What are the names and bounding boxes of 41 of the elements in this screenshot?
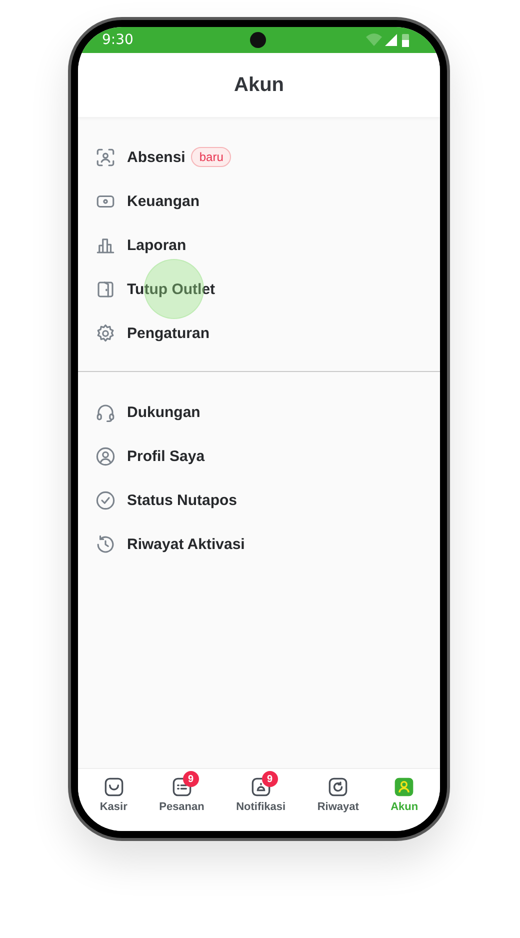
history-icon [95, 534, 116, 554]
menu-label: Pengaturan [127, 324, 210, 342]
camera-icon [250, 32, 266, 48]
door-icon [95, 278, 116, 300]
count-badge: 9 [182, 771, 199, 787]
nav-tab[interactable]: Kasir [98, 769, 130, 825]
menu-item[interactable]: Status Nutapos [78, 478, 440, 522]
user-icon [95, 446, 116, 466]
nav-tab[interactable]: 9 Pesanan [157, 769, 206, 825]
headset-icon [95, 402, 116, 422]
status-time: 9:30 [102, 32, 134, 48]
menu-item[interactable]: Laporan [78, 223, 440, 267]
bag-icon [104, 777, 124, 797]
menu-item[interactable]: Tutup Outlet [78, 267, 440, 311]
menu-label: Riwayat Aktivasi [127, 536, 245, 552]
menu-label: Profil Saya [127, 448, 205, 464]
list-icon [172, 777, 192, 797]
bell-icon [250, 777, 271, 797]
menu-label: Dukungan [127, 404, 200, 420]
new-tag: baru [191, 147, 232, 167]
face-scan-icon [95, 146, 116, 168]
menu-item[interactable]: Keuangan [78, 179, 440, 223]
menu-item[interactable]: Riwayat Aktivasi [78, 522, 440, 566]
menu-label: Status Nutapos [127, 492, 238, 508]
menu-label: Laporan [127, 236, 186, 254]
menu-item[interactable]: Pengaturan [78, 311, 440, 355]
settings-icon [95, 322, 116, 344]
menu-item[interactable]: Absensi baru [78, 135, 440, 179]
count-badge: 9 [262, 771, 278, 787]
menu-item[interactable]: Dukungan [78, 390, 440, 434]
menu-label: Tutup Outlet [127, 280, 216, 298]
status-icons [366, 33, 410, 47]
page-title: Akun [234, 74, 284, 96]
menu-label: Absensi [127, 148, 186, 166]
menu-label: Keuangan [127, 192, 200, 210]
refresh-icon [328, 777, 348, 797]
check-circle-icon [95, 490, 116, 510]
person-icon [394, 777, 414, 797]
nav-tab[interactable]: Riwayat [315, 769, 361, 825]
menu-item[interactable]: Profil Saya [78, 434, 440, 478]
nav-tab[interactable]: 9 Notifikasi [234, 769, 288, 825]
